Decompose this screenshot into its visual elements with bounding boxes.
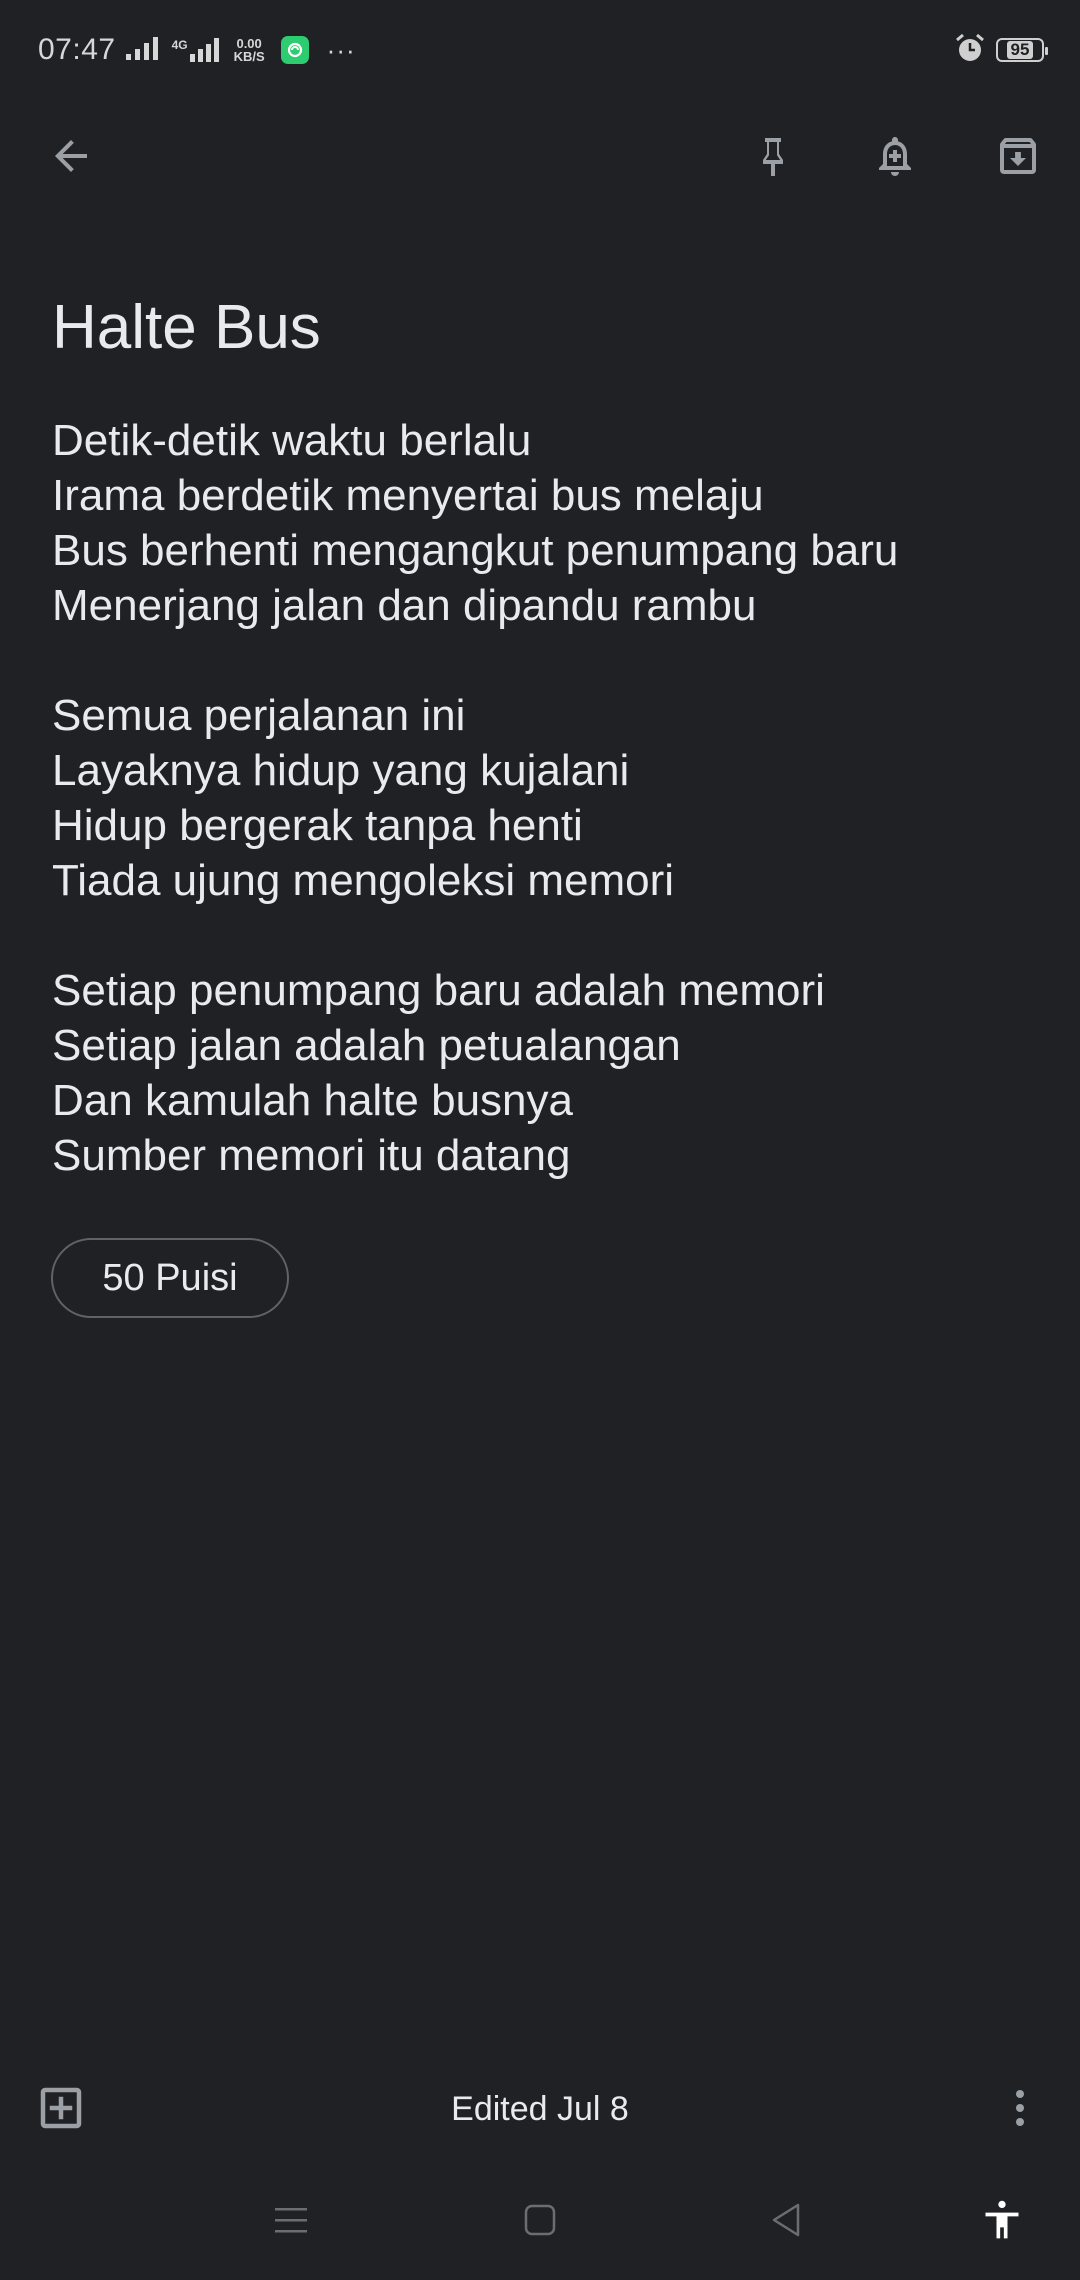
- edited-timestamp: Edited Jul 8: [451, 2090, 629, 2128]
- top-app-bar: [0, 100, 1080, 212]
- label-chip[interactable]: 50 Puisi: [51, 1238, 289, 1318]
- reminder-button[interactable]: [851, 112, 939, 200]
- verse-line: Detik-detik waktu berlalu: [52, 416, 532, 465]
- pin-icon: [763, 138, 783, 176]
- bottom-action-bar: Edited Jul 8: [0, 2056, 1080, 2160]
- home-button[interactable]: [500, 2180, 580, 2260]
- accessibility-button[interactable]: [962, 2180, 1042, 2260]
- net-speed: 0.00 KB/S: [234, 37, 265, 63]
- verse-line: Tiada ujung mengoleksi memori: [52, 856, 674, 905]
- accessibility-icon: [985, 2200, 1019, 2239]
- system-nav-bar: [0, 2160, 1080, 2280]
- status-time: 07:47: [38, 33, 116, 66]
- archive-icon: [1000, 138, 1036, 174]
- verse-line: Bus berhenti mengangkut penumpang baru: [52, 526, 899, 575]
- more-vert-icon: [1016, 2090, 1024, 2126]
- verse-line: Semua perjalanan ini: [52, 691, 466, 740]
- stanza: Semua perjalanan ini Layaknya hidup yang…: [52, 688, 1042, 908]
- verse-line: Layaknya hidup yang kujalani: [52, 746, 630, 795]
- note-screen: 07:47 4G 0.00 KB/S ··· 95 Halte Bus Deti…: [0, 0, 1080, 2280]
- stanza: Detik-detik waktu berlalu Irama berdetik…: [52, 413, 1042, 633]
- back-arrow-icon: [55, 140, 87, 172]
- alarm-icon: [954, 32, 986, 69]
- reminder-bell-icon: [879, 137, 911, 176]
- note-title[interactable]: Halte Bus: [52, 290, 1032, 366]
- verse-line: Dan kamulah halte busnya: [52, 1076, 573, 1125]
- network-type-label: 4G: [171, 38, 188, 52]
- net-speed-unit: KB/S: [233, 49, 265, 64]
- stanza: Setiap penumpang baru adalah memori Seti…: [52, 963, 1042, 1183]
- signal-bars-icon: [125, 36, 162, 65]
- battery-level: 95: [1006, 41, 1034, 59]
- verse-line: Sumber memori itu datang: [52, 1131, 571, 1180]
- status-right: 95: [954, 32, 1048, 69]
- system-back-button[interactable]: [746, 2180, 826, 2260]
- pin-button[interactable]: [729, 112, 817, 200]
- verse-line: Irama berdetik menyertai bus melaju: [52, 471, 764, 520]
- note-body[interactable]: Detik-detik waktu berlalu Irama berdetik…: [52, 413, 1042, 1183]
- archive-button[interactable]: [974, 112, 1062, 200]
- app-notification-icon: [280, 36, 309, 64]
- verse-line: Menerjang jalan dan dipandu rambu: [52, 581, 757, 630]
- verse-line: Hidup bergerak tanpa henti: [52, 801, 583, 850]
- back-button[interactable]: [27, 112, 115, 200]
- recent-apps-button[interactable]: [251, 2180, 331, 2260]
- menu-lines-icon: [275, 2208, 307, 2233]
- back-triangle-icon: [772, 2203, 800, 2237]
- status-left: 07:47 4G 0.00 KB/S ···: [38, 33, 356, 67]
- signal-bars-4g-icon: 4G: [172, 38, 222, 62]
- status-bar: 07:47 4G 0.00 KB/S ··· 95: [0, 0, 1080, 100]
- battery-icon: 95: [996, 38, 1048, 62]
- more-notifications-indicator: ···: [326, 34, 356, 65]
- home-square-icon: [524, 2204, 556, 2236]
- verse-line: Setiap jalan adalah petualangan: [52, 1021, 681, 1070]
- more-options-button[interactable]: [976, 2064, 1064, 2152]
- verse-line: Setiap penumpang baru adalah memori: [52, 966, 825, 1015]
